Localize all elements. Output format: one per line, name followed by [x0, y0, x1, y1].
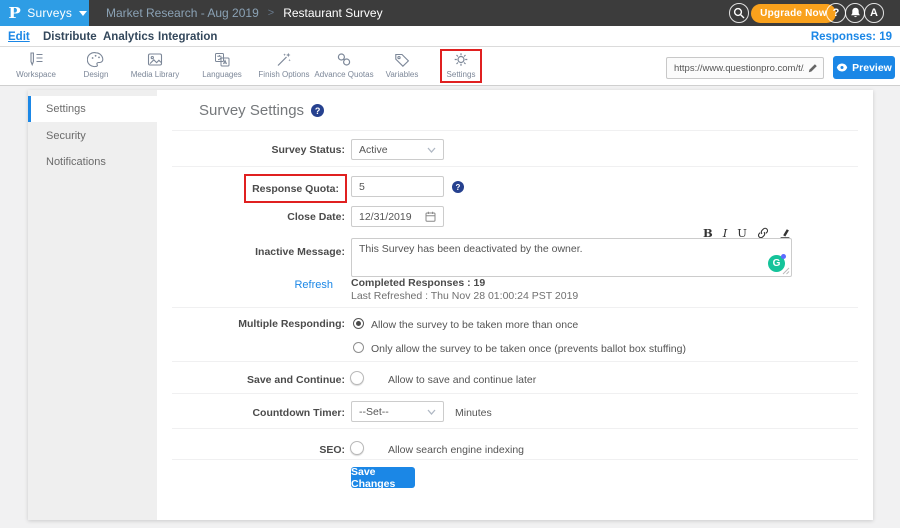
- nav-tab-distribute[interactable]: Distribute: [43, 31, 97, 43]
- sidebar-item-label: Settings: [46, 103, 86, 115]
- sidebar-item-label: Notifications: [46, 156, 106, 168]
- inactive-message-text: This Survey has been deactivated by the …: [359, 243, 583, 255]
- breadcrumb-folder[interactable]: Market Research - Aug 2019: [106, 6, 259, 20]
- search-icon: [733, 7, 745, 19]
- sidebar-item-security[interactable]: Security: [28, 123, 157, 149]
- toolbar-item-label: Finish Options: [258, 70, 309, 79]
- survey-status-value: Active: [359, 144, 388, 156]
- toggle-knob: [350, 441, 364, 455]
- help-button[interactable]: ?: [826, 3, 846, 23]
- response-quota-label: Response Quota:: [252, 183, 339, 195]
- eye-icon: [836, 63, 848, 72]
- sidebar-item-settings[interactable]: Settings: [28, 96, 157, 122]
- questionpro-logo-icon: P: [8, 4, 20, 22]
- response-quota-input[interactable]: [351, 176, 444, 197]
- radio-once-only[interactable]: [353, 342, 364, 353]
- close-date-value: 12/31/2019: [359, 211, 412, 223]
- breadcrumb-survey-name: Restaurant Survey: [283, 6, 382, 20]
- toolbar-item-label: Workspace: [16, 70, 56, 79]
- divider: [172, 393, 858, 394]
- bell-icon: [850, 7, 861, 19]
- countdown-timer-suffix: Minutes: [455, 407, 492, 419]
- responses-count[interactable]: Responses: 19: [811, 31, 892, 43]
- close-date-label: Close Date:: [287, 211, 345, 223]
- completed-responses-stat: Completed Responses : 19: [351, 277, 485, 289]
- sidebar-item-notifications[interactable]: Notifications: [28, 149, 157, 175]
- save-continue-label: Save and Continue:: [247, 374, 345, 386]
- divider: [172, 307, 858, 308]
- countdown-timer-value: --Set--: [359, 406, 389, 418]
- survey-url-field[interactable]: https://www.questionpro.com/t/APNrfZ: [666, 57, 824, 79]
- notifications-button[interactable]: [845, 3, 865, 23]
- magic-wand-icon: [275, 51, 293, 68]
- toolbar-item-media-library[interactable]: Media Library: [120, 51, 190, 79]
- product-switcher[interactable]: P Surveys: [0, 0, 89, 26]
- nav-tab-analytics[interactable]: Analytics: [103, 31, 154, 43]
- nav-tab-edit[interactable]: Edit: [8, 31, 30, 43]
- grammarly-letter: G: [773, 258, 781, 269]
- product-label: Surveys: [27, 6, 72, 20]
- toggle-knob: [350, 371, 364, 385]
- divider: [172, 459, 858, 460]
- toolbar-item-label: Variables: [386, 70, 419, 79]
- image-icon: [146, 51, 164, 68]
- inactive-message-label: Inactive Message:: [255, 246, 345, 258]
- last-refreshed-stat: Last Refreshed : Thu Nov 28 01:00:24 PST…: [351, 290, 578, 302]
- preview-label: Preview: [852, 62, 892, 74]
- chevron-down-icon: [79, 11, 87, 16]
- breadcrumb: Market Research - Aug 2019 > Restaurant …: [106, 0, 383, 26]
- divider: [172, 130, 858, 131]
- translate-icon: [213, 51, 231, 68]
- grammarly-status-dot: [781, 254, 786, 259]
- countdown-timer-label: Countdown Timer:: [252, 407, 345, 419]
- response-quota-highlight-box: Response Quota:: [244, 174, 347, 203]
- page-title: Survey Settings ?: [199, 102, 324, 119]
- save-continue-text: Allow to save and continue later: [388, 374, 536, 386]
- quota-help-icon[interactable]: ?: [452, 181, 464, 193]
- tag-icon: [393, 51, 411, 68]
- chevron-down-icon: [427, 409, 436, 415]
- refresh-link[interactable]: Refresh: [294, 279, 333, 291]
- settings-highlight-box: [440, 49, 482, 83]
- toolbar-item-label: Advance Quotas: [314, 70, 373, 79]
- upgrade-now-button[interactable]: Upgrade Now: [751, 4, 836, 23]
- countdown-timer-select[interactable]: --Set--: [351, 401, 444, 422]
- chain-links-icon: [335, 51, 353, 68]
- survey-status-select[interactable]: Active: [351, 139, 444, 160]
- page-title-text: Survey Settings: [199, 102, 304, 119]
- sidebar-item-label: Security: [46, 130, 86, 142]
- seo-label: SEO:: [319, 444, 345, 456]
- palette-icon: [87, 51, 105, 68]
- avatar-letter: A: [870, 7, 878, 19]
- seo-text: Allow search engine indexing: [388, 444, 524, 456]
- survey-status-label: Survey Status:: [271, 144, 345, 156]
- resize-handle[interactable]: [782, 267, 790, 275]
- save-changes-button[interactable]: Save Changes: [351, 467, 415, 488]
- chevron-down-icon: [427, 147, 436, 153]
- radio-multiple-allowed-label[interactable]: Allow the survey to be taken more than o…: [371, 319, 578, 331]
- search-button[interactable]: [729, 3, 749, 23]
- divider: [172, 428, 858, 429]
- breadcrumb-separator: >: [268, 7, 274, 19]
- pencil-icon[interactable]: [808, 63, 818, 73]
- page-help-icon[interactable]: ?: [311, 104, 324, 117]
- toolbar-item-label: Media Library: [131, 70, 179, 79]
- workspace-icon: [27, 51, 45, 68]
- divider: [172, 361, 858, 362]
- survey-url-text: https://www.questionpro.com/t/APNrfZ: [674, 63, 804, 74]
- toolbar-item-label: Design: [84, 70, 109, 79]
- account-avatar[interactable]: A: [864, 3, 884, 23]
- inactive-message-textarea[interactable]: This Survey has been deactivated by the …: [351, 238, 792, 277]
- preview-button[interactable]: Preview: [833, 56, 895, 79]
- toolbar-item-languages[interactable]: Languages: [187, 51, 257, 79]
- nav-tab-integration[interactable]: Integration: [158, 31, 217, 43]
- multiple-responding-label: Multiple Responding:: [238, 318, 345, 330]
- radio-once-only-label[interactable]: Only allow the survey to be taken once (…: [371, 343, 686, 355]
- toolbar-item-label: Languages: [202, 70, 242, 79]
- radio-multiple-allowed[interactable]: [353, 318, 364, 329]
- divider: [172, 166, 858, 167]
- close-date-input[interactable]: 12/31/2019: [351, 206, 444, 227]
- calendar-icon[interactable]: [425, 211, 436, 222]
- question-mark-icon: ?: [833, 7, 840, 19]
